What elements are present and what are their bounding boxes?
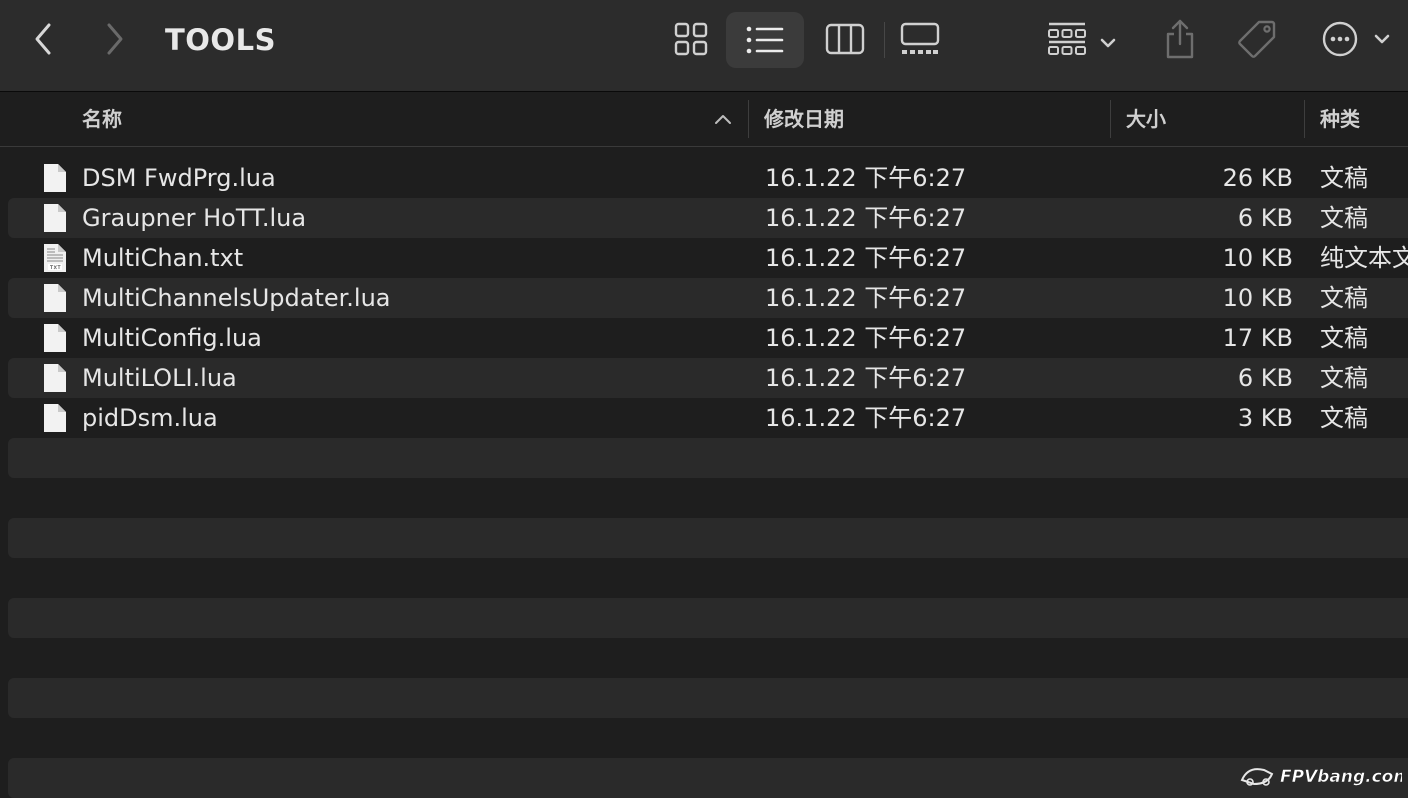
file-kind: 文稿 <box>1320 164 1368 192</box>
file-date: 16.1.22 下午6:27 <box>765 404 967 432</box>
column-separator[interactable] <box>748 100 749 138</box>
table-row[interactable]: MultiLOLI.lua 16.1.22 下午6:27 6 KB 文稿 <box>8 358 1408 398</box>
file-size: 26 KB <box>1222 164 1293 192</box>
empty-row-stripe <box>8 758 1408 798</box>
file-name: Graupner HoTT.lua <box>82 204 307 232</box>
column-header-date[interactable]: 修改日期 <box>764 92 844 146</box>
gallery-view-button[interactable] <box>895 16 945 62</box>
file-date: 16.1.22 下午6:27 <box>765 244 967 272</box>
watermark-text: FPVbang.com <box>1280 767 1402 787</box>
file-date: 16.1.22 下午6:27 <box>765 204 967 232</box>
column-header-name[interactable]: 名称 <box>82 92 122 146</box>
toolbar: TOOLS <box>0 0 1408 92</box>
text-file-icon <box>44 244 66 272</box>
table-row[interactable]: Graupner HoTT.lua 16.1.22 下午6:27 6 KB 文稿 <box>8 198 1408 238</box>
group-icon <box>1048 22 1116 55</box>
file-size: 10 KB <box>1222 284 1293 312</box>
columns-icon <box>825 23 865 55</box>
finder-window: TOOLS 名称 修改日期 大小 种类 DSM FwdPrg.lua 16.1.… <box>0 0 1408 798</box>
table-row[interactable]: MultiChannelsUpdater.lua 16.1.22 下午6:27 … <box>8 278 1408 318</box>
icon-view-button[interactable] <box>668 16 714 62</box>
file-kind: 文稿 <box>1320 364 1368 392</box>
file-kind: 文稿 <box>1320 404 1368 432</box>
file-kind: 纯文本文 <box>1320 244 1408 272</box>
group-button[interactable] <box>1043 16 1123 62</box>
list-icon <box>746 26 784 54</box>
table-row[interactable]: DSM FwdPrg.lua 16.1.22 下午6:27 26 KB 文稿 <box>8 158 1408 198</box>
forward-button[interactable] <box>98 18 132 60</box>
column-view-button[interactable] <box>820 16 870 62</box>
file-date: 16.1.22 下午6:27 <box>765 324 967 352</box>
file-kind: 文稿 <box>1320 284 1368 312</box>
ellipsis-circle-icon <box>1322 21 1390 57</box>
empty-row-stripe <box>8 598 1408 638</box>
file-name: MultiChannelsUpdater.lua <box>82 284 391 312</box>
file-date: 16.1.22 下午6:27 <box>765 284 967 312</box>
column-header: 名称 修改日期 大小 种类 <box>0 92 1408 147</box>
file-list: DSM FwdPrg.lua 16.1.22 下午6:27 26 KB 文稿 G… <box>0 158 1408 798</box>
watermark-logo: FPVbang.com <box>1240 767 1402 787</box>
table-row[interactable]: MultiConfig.lua 16.1.22 下午6:27 17 KB 文稿 <box>8 318 1408 358</box>
sort-ascending-icon[interactable] <box>712 110 734 128</box>
file-size: 17 KB <box>1222 324 1293 352</box>
chevron-left-icon <box>35 23 51 55</box>
document-icon <box>44 364 66 392</box>
document-icon <box>44 404 66 432</box>
tag-icon <box>1238 20 1276 58</box>
empty-row-stripe <box>8 518 1408 558</box>
back-button[interactable] <box>26 18 60 60</box>
chevron-right-icon <box>107 23 123 55</box>
document-icon <box>44 324 66 352</box>
file-kind: 文稿 <box>1320 324 1368 352</box>
file-name: MultiLOLI.lua <box>82 364 237 392</box>
list-view-button[interactable] <box>726 12 804 68</box>
file-name: MultiChan.txt <box>82 244 244 272</box>
column-separator[interactable] <box>1304 100 1305 138</box>
gallery-icon <box>900 22 940 54</box>
file-name: DSM FwdPrg.lua <box>82 164 276 192</box>
document-icon <box>44 164 66 192</box>
file-kind: 文稿 <box>1320 204 1368 232</box>
file-date: 16.1.22 下午6:27 <box>765 364 967 392</box>
table-row[interactable]: MultiChan.txt 16.1.22 下午6:27 10 KB 纯文本文 <box>8 238 1408 278</box>
empty-row-stripe <box>8 438 1408 478</box>
file-size: 3 KB <box>1237 404 1293 432</box>
column-header-kind[interactable]: 种类 <box>1320 92 1360 146</box>
document-icon <box>44 284 66 312</box>
file-size: 6 KB <box>1237 204 1293 232</box>
file-size: 6 KB <box>1237 364 1293 392</box>
table-row[interactable]: pidDsm.lua 16.1.22 下午6:27 3 KB 文稿 <box>8 398 1408 438</box>
column-separator[interactable] <box>1110 100 1111 138</box>
file-date: 16.1.22 下午6:27 <box>765 164 967 192</box>
grid-icon <box>674 22 708 56</box>
column-header-size[interactable]: 大小 <box>1126 92 1166 146</box>
file-name: pidDsm.lua <box>82 404 218 432</box>
window-title: TOOLS <box>165 23 276 57</box>
file-size: 10 KB <box>1222 244 1293 272</box>
toolbar-divider <box>884 22 885 58</box>
file-name: MultiConfig.lua <box>82 324 262 352</box>
empty-row-stripe <box>8 678 1408 718</box>
share-button[interactable] <box>1158 14 1202 64</box>
more-actions-button[interactable] <box>1318 16 1394 62</box>
tag-button[interactable] <box>1232 14 1282 64</box>
share-icon <box>1166 19 1194 59</box>
document-icon <box>44 204 66 232</box>
